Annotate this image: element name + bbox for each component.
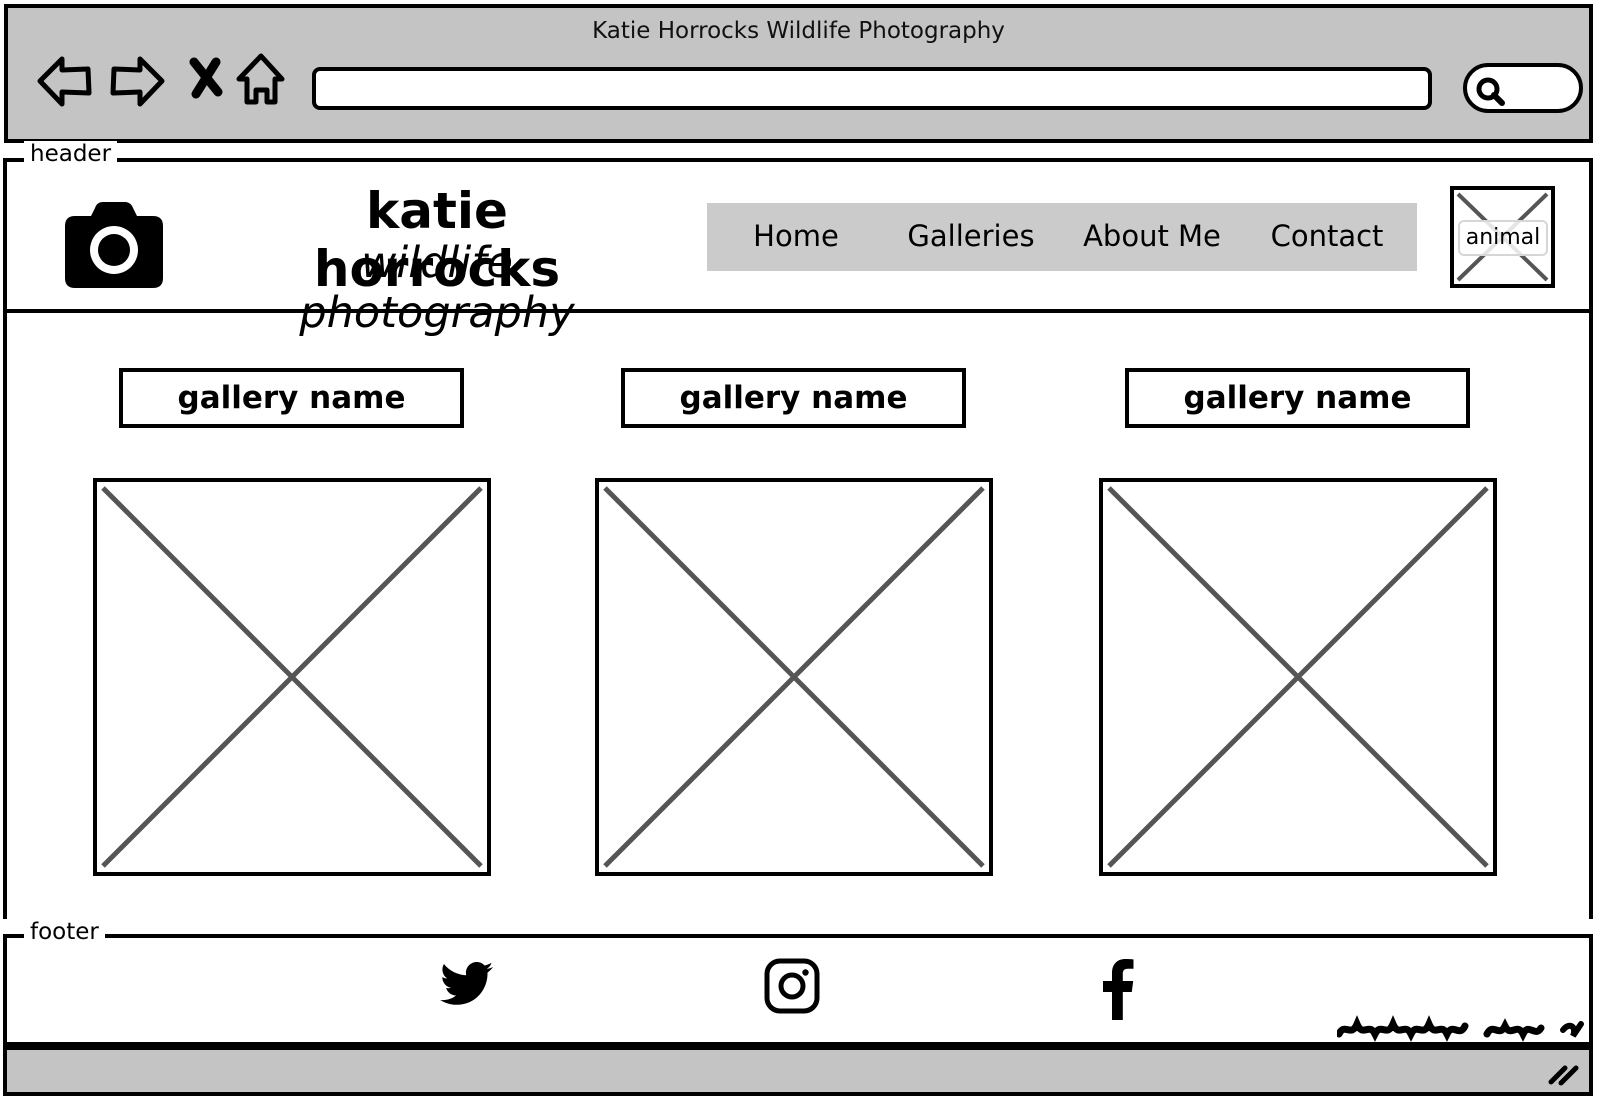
nav-galleries[interactable]: Galleries xyxy=(885,203,1057,271)
home-icon xyxy=(236,53,285,105)
url-input[interactable] xyxy=(312,67,1432,110)
resize-grip-icon[interactable] xyxy=(1547,1060,1581,1086)
status-bar xyxy=(3,1046,1593,1096)
home-button[interactable] xyxy=(232,50,294,112)
facebook-icon[interactable] xyxy=(1100,958,1140,1020)
image-placeholder-icon xyxy=(603,486,985,868)
copyright-scribble xyxy=(1337,1015,1584,1042)
site-footer xyxy=(3,934,1593,1046)
header-legend: header xyxy=(24,141,118,167)
footer-legend: footer xyxy=(24,919,105,945)
back-button[interactable] xyxy=(34,50,96,112)
image-placeholder-icon xyxy=(101,486,483,868)
nav-home[interactable]: Home xyxy=(717,203,875,271)
browser-chrome: Katie Horrocks Wildlife Photography xyxy=(4,4,1593,143)
image-label: animal xyxy=(1458,220,1548,256)
forward-button[interactable] xyxy=(106,50,168,112)
twitter-icon[interactable] xyxy=(439,958,495,1012)
gallery-3-name[interactable]: gallery name xyxy=(1125,368,1470,428)
gallery-2-image[interactable] xyxy=(595,478,993,876)
gallery-1-image[interactable] xyxy=(93,478,491,876)
animal-image-placeholder: animal xyxy=(1450,186,1555,288)
gallery-3-image[interactable] xyxy=(1099,478,1497,876)
image-placeholder-icon xyxy=(1107,486,1489,868)
search-input[interactable] xyxy=(1463,63,1583,113)
search-icon xyxy=(1476,77,1505,106)
arrow-left-icon xyxy=(37,56,92,107)
camera-icon xyxy=(65,202,163,288)
gallery-1-name[interactable]: gallery name xyxy=(119,368,464,428)
site-header: katie horrocks wildlife photography Home… xyxy=(3,158,1593,338)
window-title: Katie Horrocks Wildlife Photography xyxy=(592,18,1005,44)
gallery-2-name[interactable]: gallery name xyxy=(621,368,966,428)
nav-contact[interactable]: Contact xyxy=(1247,203,1407,271)
main-nav: Home Galleries About Me Contact xyxy=(707,203,1417,271)
arrow-right-icon xyxy=(110,56,165,107)
nav-about-me[interactable]: About Me xyxy=(1067,203,1237,271)
instagram-icon[interactable] xyxy=(764,958,820,1014)
